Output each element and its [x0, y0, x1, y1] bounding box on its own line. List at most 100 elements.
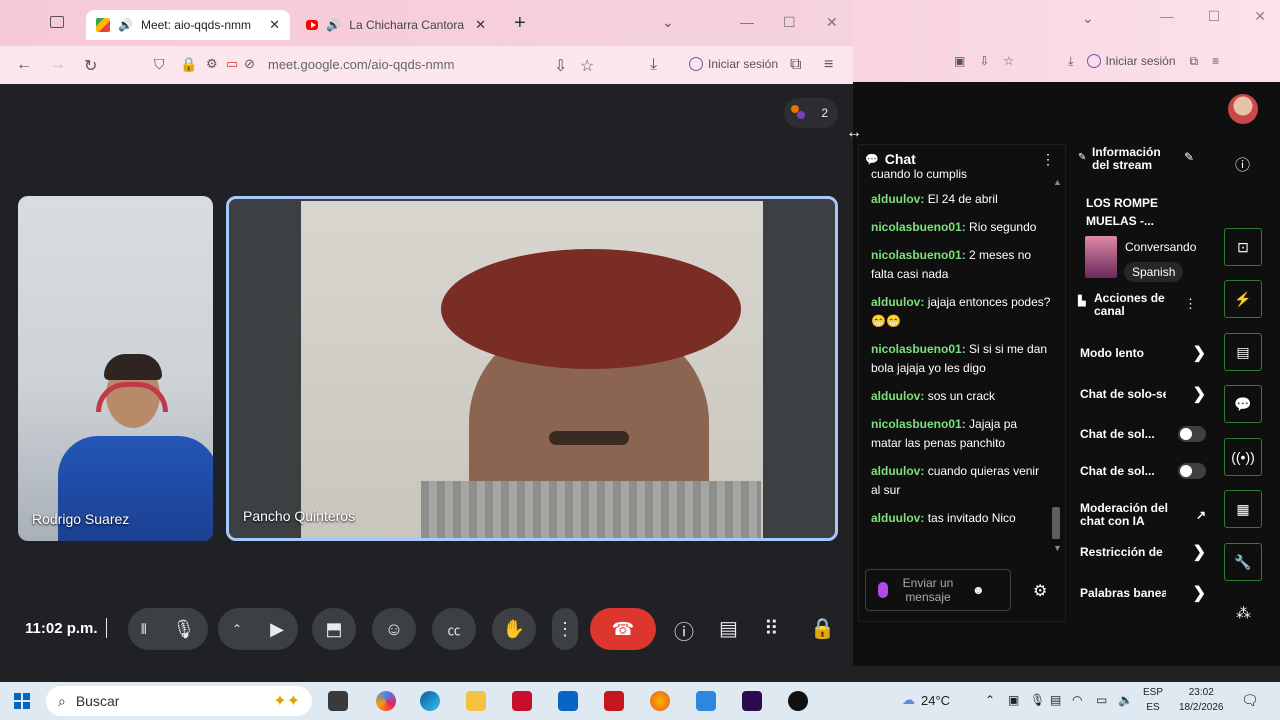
file-explorer-icon[interactable] — [466, 691, 486, 711]
device-icon[interactable]: ▤ — [1050, 693, 1061, 707]
chat-author[interactable]: alduulov: — [871, 295, 924, 309]
users-icon[interactable]: ⁂ — [1236, 604, 1251, 622]
speaker-icon[interactable]: 🔊 — [118, 18, 133, 32]
outlook-icon[interactable] — [558, 691, 578, 711]
chat-author[interactable]: alduulov: — [871, 192, 924, 206]
chevron-up-icon[interactable]: ⌃ — [985, 693, 995, 707]
participant-tile[interactable]: Rodrigo Suarez — [18, 196, 213, 541]
info-icon[interactable]: ⓘ — [1235, 154, 1250, 175]
new-tab-icon[interactable]: + — [514, 12, 526, 35]
signin-button[interactable]: Iniciar sesión — [1087, 54, 1176, 68]
reader-icon[interactable]: ▣ — [954, 54, 965, 68]
edge-icon[interactable] — [420, 691, 440, 711]
chat-author[interactable]: nicolasbueno01: — [871, 417, 966, 431]
emoji-icon[interactable]: ☻ — [972, 583, 985, 597]
obs-icon[interactable] — [788, 691, 808, 711]
tab-list-chevron-icon[interactable]: ⌄ — [662, 14, 674, 31]
close-window-icon[interactable]: ✕ — [826, 14, 838, 31]
downloads-icon[interactable]: ⤓ — [1068, 54, 1073, 69]
action-ai-moderation[interactable]: Moderación del chat con IA ↗ — [1080, 500, 1206, 530]
shield-icon[interactable]: ⛉ — [154, 56, 165, 73]
chat-bubble-icon[interactable]: 💬 — [1224, 385, 1262, 423]
lightning-icon[interactable]: ⚡ — [1224, 280, 1262, 318]
mcafee-icon[interactable] — [512, 691, 532, 711]
toggle-switch[interactable] — [1178, 426, 1206, 442]
leave-call-button[interactable]: ☎ — [590, 608, 656, 650]
apps-grid-icon[interactable]: ⠿ — [764, 616, 779, 641]
premiere-icon[interactable] — [742, 691, 762, 711]
more-vert-icon[interactable]: ⋮ — [1184, 296, 1197, 312]
avatar[interactable] — [1228, 94, 1258, 124]
task-view-icon[interactable] — [328, 691, 348, 711]
broadcast-icon[interactable]: ((•)) — [1224, 438, 1262, 476]
captions-button[interactable]: ㏄ — [432, 608, 476, 650]
participant-tile-active[interactable]: Pancho Quinteros — [226, 196, 838, 541]
firefox-icon[interactable] — [650, 691, 670, 711]
language-indicator[interactable]: ESP ES — [1143, 685, 1163, 715]
taskbar-search[interactable]: ⌕ Buscar ✦✦ — [46, 686, 312, 716]
lock-icon[interactable]: 🔒 — [180, 56, 197, 73]
minimize-icon[interactable]: — — [740, 14, 754, 30]
start-button[interactable] — [14, 693, 30, 709]
action-subscribers-only[interactable]: Chat de solo-se ❯ — [1080, 384, 1206, 404]
close-icon[interactable]: ✕ — [1254, 8, 1266, 25]
tray-app-icon[interactable]: ▣ — [1008, 693, 1019, 707]
chevron-up-icon[interactable]: ⌃ — [232, 622, 242, 636]
participants-button[interactable]: 2 — [784, 98, 838, 128]
maximize-icon[interactable]: ☐ — [1208, 8, 1221, 25]
bookmark-star-icon[interactable]: ☆ — [1003, 54, 1014, 68]
minimize-icon[interactable]: — — [1160, 8, 1174, 25]
scroll-down-icon[interactable]: ▼ — [1053, 543, 1062, 553]
extensions-icon[interactable]: ⧉ — [790, 56, 801, 74]
microphone-icon[interactable] — [878, 582, 888, 598]
chat-author[interactable]: nicolasbueno01: — [871, 248, 966, 262]
mic-blocked-icon[interactable]: ⊘ — [244, 56, 255, 72]
mic-button[interactable]: ⦀ 🎙 — [128, 608, 208, 650]
camera-button[interactable]: ⌃ ▶ — [218, 608, 298, 650]
camera-in-use-icon[interactable]: ▭ — [226, 56, 238, 72]
tab-list-chevron-icon[interactable]: ⌄ — [1082, 10, 1094, 27]
chat-author[interactable]: alduulov: — [871, 389, 924, 403]
action-toggle-1[interactable]: Chat de sol... — [1080, 424, 1206, 444]
action-slow-mode[interactable]: Modo lento ❯ — [1080, 343, 1206, 363]
chat-icon[interactable]: ▤ — [719, 616, 738, 641]
weather-widget[interactable]: ☁ 24°C — [902, 692, 950, 708]
bookmark-star-icon[interactable]: ☆ — [580, 56, 594, 76]
present-button[interactable]: ⬒ — [312, 608, 356, 650]
wrench-icon[interactable]: 🔧 — [1224, 543, 1262, 581]
chat-author[interactable]: nicolasbueno01: — [871, 342, 966, 356]
more-options-button[interactable]: ⋮ — [552, 608, 578, 650]
reactions-button[interactable]: ☺ — [372, 608, 416, 650]
tab-overview-icon[interactable] — [50, 16, 64, 28]
speaker-icon[interactable]: 🔊 — [326, 18, 341, 32]
photos-icon[interactable] — [696, 691, 716, 711]
meeting-info-icon[interactable]: ⓘ — [674, 616, 694, 645]
action-restriction[interactable]: Restricción de c ❯ — [1080, 542, 1206, 562]
layout-icon[interactable]: ▦ — [1224, 490, 1262, 528]
save-page-icon[interactable]: ⇩ — [554, 56, 567, 76]
signin-button[interactable]: Iniciar sesión — [685, 54, 782, 74]
wifi-icon[interactable]: ◠ — [1072, 693, 1082, 707]
downloads-icon[interactable]: ⤓ — [650, 56, 657, 74]
chat-input[interactable]: Enviar un mensaje ☻ — [865, 569, 1011, 611]
app-l-icon[interactable] — [604, 691, 624, 711]
scroll-up-icon[interactable]: ▲ — [1053, 177, 1062, 187]
reload-icon[interactable]: ↻ — [84, 56, 97, 76]
back-icon[interactable]: ← — [16, 56, 32, 74]
notes-icon[interactable]: ▤ — [1224, 333, 1262, 371]
notifications-icon[interactable]: 🗨 — [1241, 692, 1259, 709]
extensions-icon[interactable]: ⧉ — [1190, 54, 1199, 69]
battery-icon[interactable]: ▭ — [1096, 693, 1107, 707]
host-controls-icon[interactable]: 🔒 — [810, 616, 835, 641]
address-bar[interactable]: meet.google.com/aio-qqds-nmm — [268, 57, 454, 72]
tab-youtube[interactable]: 🔊 La Chicharra Cantora - You ✕ — [296, 10, 496, 40]
copilot-icon[interactable] — [376, 691, 396, 711]
close-tab-icon[interactable]: ✕ — [475, 17, 486, 33]
chat-settings-gear-icon[interactable]: ⚙ — [1033, 581, 1047, 601]
toggle-switch[interactable] — [1178, 463, 1206, 479]
permissions-icon[interactable]: ⚙ — [206, 56, 218, 72]
menu-icon[interactable]: ≡ — [824, 56, 833, 74]
forward-icon[interactable]: → — [50, 56, 66, 74]
edit-pencil-icon[interactable]: ✎ — [1184, 150, 1194, 164]
action-banned-words[interactable]: Palabras banea ❯ — [1080, 583, 1206, 603]
